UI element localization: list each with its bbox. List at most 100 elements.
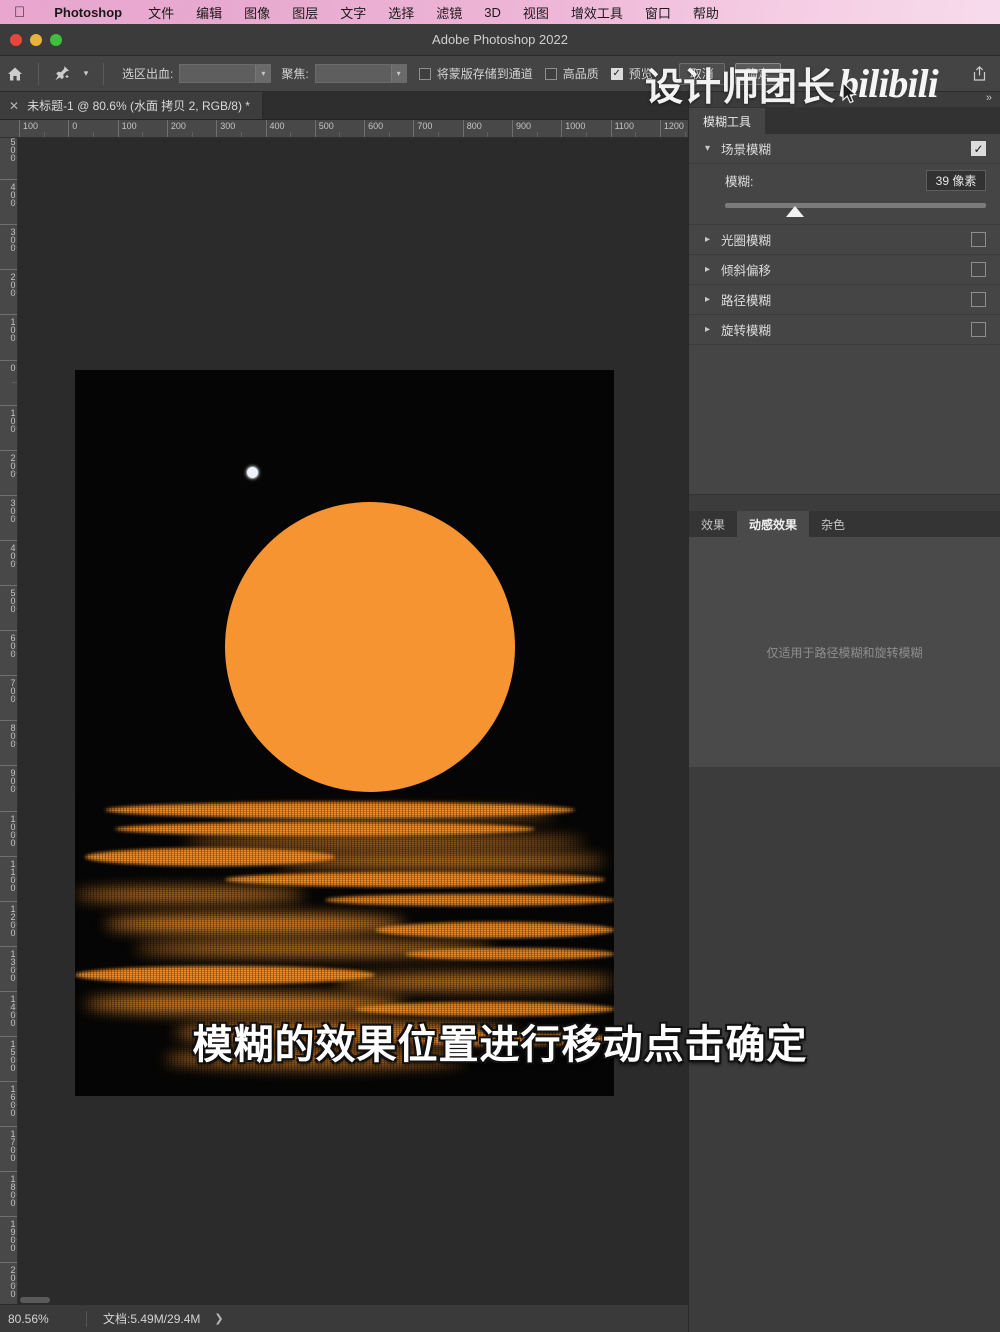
chevron-right-icon[interactable]: ▸ — [705, 294, 721, 305]
chevron-down-icon[interactable]: ▾ — [705, 143, 721, 154]
ruler-tick: 0 — [68, 120, 77, 137]
title-bar: Adobe Photoshop 2022 — [0, 24, 1000, 56]
close-icon[interactable]: ✕ — [9, 99, 19, 113]
ruler-tick: 200 — [166, 120, 186, 137]
menu-item-select[interactable]: 选择 — [377, 3, 425, 22]
menu-item-window[interactable]: 窗口 — [634, 3, 682, 22]
blur-pin-icon[interactable] — [246, 466, 259, 479]
save-mask-to-channel-checkbox[interactable]: 将蒙版存储到通道 — [418, 65, 533, 82]
ruler-tick: 100 — [117, 120, 137, 137]
blur-amount-slider[interactable] — [725, 203, 986, 217]
ruler-tick: 400 — [265, 120, 285, 137]
mac-menu-bar:  Photoshop 文件 编辑 图像 图层 文字 选择 滤镜 3D 视图 增… — [0, 0, 1000, 24]
chevron-down-icon[interactable]: ▾ — [255, 65, 271, 82]
horizontal-ruler[interactable]: 100 0 100 200 300 400 500 600 700 800 900 1000 1100 1… — [0, 120, 688, 138]
panel-empty-area — [689, 345, 1000, 495]
panel-tab-bar: 模糊工具 — [689, 108, 1000, 134]
menu-item-filter[interactable]: 滤镜 — [425, 3, 473, 22]
chevron-right-icon[interactable]: ▸ — [705, 264, 721, 275]
divider — [103, 62, 104, 85]
apple-icon[interactable]:  — [14, 5, 25, 20]
spin-blur-checkbox[interactable] — [971, 322, 986, 337]
cancel-button[interactable]: 取消 — [678, 62, 725, 85]
preview-label: 预览 — [628, 67, 653, 81]
path-blur-checkbox[interactable] — [971, 292, 986, 307]
ruler-tick: 1800 — [0, 1171, 17, 1206]
home-icon[interactable] — [0, 59, 30, 89]
blur-section-path-blur[interactable]: ▸ 路径模糊 — [689, 285, 1000, 315]
tab-noise[interactable]: 杂色 — [809, 511, 857, 537]
blur-section-label: 旋转模糊 — [721, 324, 772, 338]
tab-blur-tools[interactable]: 模糊工具 — [689, 108, 766, 134]
chevron-down-icon[interactable]: ▾ — [77, 59, 95, 89]
share-icon[interactable] — [964, 59, 994, 89]
ruler-tick: 1200 — [659, 120, 684, 137]
blur-section-tilt-shift[interactable]: ▸ 倾斜偏移 — [689, 255, 1000, 285]
ruler-tick: 1200 — [0, 900, 17, 936]
menu-item-plugins[interactable]: 增效工具 — [560, 3, 634, 22]
ruler-tick: 2000 — [0, 1261, 17, 1297]
blur-amount-value[interactable]: 39 像素 — [926, 170, 986, 191]
menu-item-file[interactable]: 文件 — [137, 3, 185, 22]
chevron-right-icon[interactable]: ▸ — [705, 234, 721, 245]
add-pin-icon[interactable] — [47, 59, 77, 89]
ruler-tick: 1000 — [561, 120, 585, 137]
ruler-tick: 100 — [19, 120, 38, 137]
panel-divider — [689, 495, 1000, 511]
blur-section-spin-blur[interactable]: ▸ 旋转模糊 — [689, 315, 1000, 345]
chevron-right-icon[interactable]: ❯ — [214, 1312, 223, 1325]
ruler-tick: 300 — [216, 120, 235, 137]
menu-app-name[interactable]: Photoshop — [43, 5, 133, 20]
slider-thumb[interactable] — [786, 206, 805, 217]
blur-gallery-panel: » 模糊工具 ▾ 场景模糊 模糊: 39 像素 ▸ — [688, 92, 1000, 1332]
blur-section-label: 光圈模糊 — [721, 234, 772, 248]
effects-panel-body: 仅适用于路径模糊和旋转模糊 — [689, 537, 1000, 767]
blur-section-field-blur[interactable]: ▾ 场景模糊 — [689, 134, 1000, 164]
menu-item-edit[interactable]: 编辑 — [185, 3, 233, 22]
high-quality-checkbox[interactable]: 高品质 — [544, 65, 599, 82]
document-tab-title: 未标题-1 @ 80.6% (水面 拷贝 2, RGB/8) * — [27, 99, 250, 113]
menu-item-help[interactable]: 帮助 — [682, 3, 730, 22]
photoshop-window:  Photoshop 文件 编辑 图像 图层 文字 选择 滤镜 3D 视图 增… — [0, 0, 1000, 1332]
focus-label: 聚焦: — [281, 67, 309, 81]
blur-section-label: 路径模糊 — [721, 294, 772, 308]
checkbox-box — [418, 67, 431, 80]
scrollbar-thumb[interactable] — [20, 1297, 50, 1303]
blur-amount-label: 模糊: — [725, 175, 754, 189]
ok-button[interactable]: 确定 — [734, 62, 781, 85]
save-mask-to-channel-label: 将蒙版存储到通道 — [436, 67, 533, 81]
chevron-down-icon[interactable]: ▾ — [390, 65, 406, 82]
blur-section-iris-blur[interactable]: ▸ 光圈模糊 — [689, 225, 1000, 255]
checkbox-box — [610, 67, 623, 80]
tab-motion-effects[interactable]: 动感效果 — [737, 511, 810, 537]
menu-item-type[interactable]: 文字 — [329, 3, 377, 22]
subtitle-overlay: 模糊的效果位置进行移动点击确定 — [192, 1022, 808, 1068]
focus-select[interactable]: ▾ — [314, 64, 407, 83]
tilt-shift-checkbox[interactable] — [971, 262, 986, 277]
zoom-level[interactable]: 80.56% — [0, 1312, 86, 1326]
document-tab[interactable]: ✕ 未标题-1 @ 80.6% (水面 拷贝 2, RGB/8) * — [0, 92, 263, 119]
document-tab-bar: ✕ 未标题-1 @ 80.6% (水面 拷贝 2, RGB/8) * — [0, 92, 688, 120]
status-bar: 80.56% 文档:5.49M/29.4M ❯ — [0, 1304, 688, 1332]
artboard[interactable] — [75, 370, 614, 1096]
expand-panel-icon[interactable]: » — [986, 92, 992, 104]
menu-item-image[interactable]: 图像 — [233, 3, 281, 22]
menu-item-layer[interactable]: 图层 — [281, 3, 329, 22]
canvas-area[interactable] — [18, 138, 688, 1304]
vertical-ruler[interactable]: 500 400 300 200 100 0 100 200 300 400 500 600 700 800… — [0, 138, 18, 1304]
iris-blur-checkbox[interactable] — [971, 232, 986, 247]
chevron-right-icon[interactable]: ▸ — [705, 324, 721, 335]
menu-item-view[interactable]: 视图 — [512, 3, 560, 22]
ruler-tick: 1100 — [0, 855, 17, 891]
ruler-tick: 1700 — [0, 1126, 17, 1161]
effects-tab-bar: 效果 动感效果 杂色 — [689, 511, 1000, 537]
horizontal-scrollbar[interactable] — [18, 1296, 686, 1304]
ruler-tick: 1000 — [0, 810, 17, 846]
preview-checkbox[interactable]: 预览 — [610, 65, 653, 82]
ruler-tick: 500 — [0, 138, 17, 161]
high-quality-label: 高品质 — [562, 67, 599, 81]
tab-effects[interactable]: 效果 — [689, 511, 737, 537]
field-blur-checkbox[interactable] — [971, 141, 986, 156]
selection-bleed-select[interactable]: ▾ — [179, 64, 272, 83]
menu-item-3d[interactable]: 3D — [473, 5, 512, 20]
